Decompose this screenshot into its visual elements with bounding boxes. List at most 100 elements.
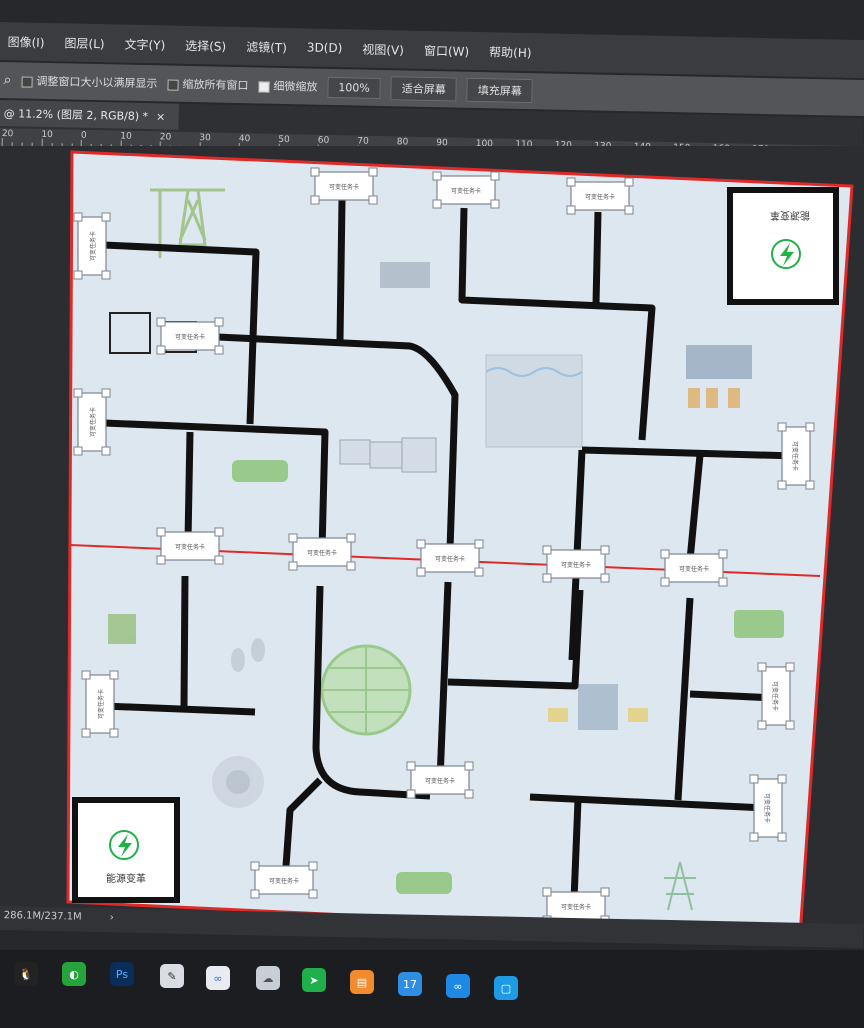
engine-icon bbox=[734, 610, 784, 638]
send-icon[interactable]: ➤ bbox=[302, 968, 326, 992]
task-card-corner bbox=[474, 567, 484, 577]
task-card-corner bbox=[749, 832, 759, 842]
task-card-corner bbox=[777, 422, 787, 432]
task-card-corner bbox=[156, 345, 166, 355]
task-card-label: 可变任务卡 bbox=[771, 681, 779, 711]
qq-icon[interactable]: 🐧 bbox=[14, 962, 38, 986]
task-card-corner bbox=[660, 549, 670, 559]
task-card-corner bbox=[600, 887, 610, 897]
task-card-corner bbox=[805, 480, 815, 490]
task-card-label: 可变任务卡 bbox=[791, 441, 799, 471]
task-card-corner bbox=[81, 728, 91, 738]
task-card-corner bbox=[542, 545, 552, 555]
task-card-corner bbox=[214, 555, 224, 565]
task-card-label: 可变任务卡 bbox=[451, 187, 481, 195]
task-card-corner bbox=[310, 195, 320, 205]
wechat-icon[interactable]: ◐ bbox=[62, 962, 86, 986]
task-card-corner bbox=[308, 889, 318, 899]
task-card-corner bbox=[777, 832, 787, 842]
task-card-label: 可变任务卡 bbox=[561, 903, 591, 911]
task-card-corner bbox=[406, 761, 416, 771]
artboard[interactable]: 能源变革 能源变革 可变任务卡可变任务卡可变任务卡可变任务卡可变任务卡可变任务卡… bbox=[0, 0, 864, 1028]
notes-icon[interactable]: ✎ bbox=[160, 964, 184, 988]
task-card-corner bbox=[214, 317, 224, 327]
task-card-label: 可变任务卡 bbox=[89, 407, 97, 437]
task-card-corner bbox=[156, 555, 166, 565]
task-card-node[interactable]: 可变任务卡 bbox=[288, 533, 356, 571]
screen: 图像(I) 图层(L) 文字(Y) 选择(S) 滤镜(T) 3D(D) 视图(V… bbox=[0, 0, 864, 1028]
task-card-corner bbox=[310, 167, 320, 177]
task-card-corner bbox=[566, 177, 576, 187]
task-card-corner bbox=[109, 728, 119, 738]
task-card-corner bbox=[368, 167, 378, 177]
task-card-corner bbox=[346, 561, 356, 571]
task-card-label: 可变任务卡 bbox=[307, 549, 337, 557]
store-icon[interactable]: ▢ bbox=[494, 976, 518, 1000]
task-card-corner bbox=[566, 205, 576, 215]
task-card-corner bbox=[214, 527, 224, 537]
end-box-label: 能源变革 bbox=[106, 872, 146, 885]
task-card-corner bbox=[464, 761, 474, 771]
task-card-node[interactable]: 可变任务卡 bbox=[416, 539, 484, 577]
task-card-corner bbox=[73, 212, 83, 222]
taskbar: 🐧 ◐ Ps ✎ ∞ ☁ ➤ ▤ 17 ∞ ▢ bbox=[0, 950, 864, 1028]
task-card-node[interactable]: 可变任务卡 bbox=[757, 662, 795, 730]
task-card-corner bbox=[416, 539, 426, 549]
task-card-corner bbox=[109, 670, 119, 680]
task-card-corner bbox=[73, 446, 83, 456]
eye-scanner-icon bbox=[212, 756, 264, 808]
battery-icon bbox=[108, 614, 136, 644]
task-card-label: 可变任务卡 bbox=[425, 777, 455, 785]
task-card-corner bbox=[101, 270, 111, 280]
task-card-corner bbox=[624, 205, 634, 215]
task-card-corner bbox=[101, 446, 111, 456]
task-card-node[interactable]: 可变任务卡 bbox=[660, 549, 728, 587]
task-card-corner bbox=[308, 861, 318, 871]
task-card-node[interactable]: 可变任务卡 bbox=[156, 317, 224, 355]
cloud-icon[interactable]: ☁ bbox=[256, 966, 280, 990]
task-card-corner bbox=[757, 662, 767, 672]
task-card-corner bbox=[600, 545, 610, 555]
task-card-node[interactable]: 可变任务卡 bbox=[406, 761, 474, 799]
task-card-corner bbox=[749, 774, 759, 784]
task-card-corner bbox=[757, 720, 767, 730]
start-box[interactable]: 能源变革 bbox=[727, 187, 839, 305]
task-card-node[interactable]: 可变任务卡 bbox=[250, 861, 318, 899]
task-card-node[interactable]: 可变任务卡 bbox=[432, 171, 500, 209]
task-card-corner bbox=[624, 177, 634, 187]
task-card-corner bbox=[542, 887, 552, 897]
task-card-corner bbox=[101, 388, 111, 398]
tools-icon[interactable]: ▤ bbox=[350, 970, 374, 994]
task-card-label: 可变任务卡 bbox=[435, 555, 465, 563]
task-card-corner bbox=[288, 533, 298, 543]
end-box[interactable]: 能源变革 bbox=[72, 797, 180, 903]
chevron-right-icon[interactable]: › bbox=[110, 912, 114, 923]
task-card-corner bbox=[542, 573, 552, 583]
task-card-node[interactable]: 可变任务卡 bbox=[749, 774, 787, 842]
task-card-corner bbox=[432, 171, 442, 181]
task-card-corner bbox=[718, 549, 728, 559]
task-card-node[interactable]: 可变任务卡 bbox=[566, 177, 634, 215]
browser-icon[interactable]: ∞ bbox=[446, 974, 470, 998]
task-card-corner bbox=[81, 670, 91, 680]
photoshop-icon[interactable]: Ps bbox=[110, 962, 134, 986]
electric-car-icon bbox=[232, 460, 288, 482]
task-card-node[interactable]: 可变任务卡 bbox=[777, 422, 815, 490]
link-icon[interactable]: ∞ bbox=[206, 966, 230, 990]
task-card-label: 可变任务卡 bbox=[269, 877, 299, 885]
task-card-corner bbox=[73, 388, 83, 398]
task-card-corner bbox=[101, 212, 111, 222]
task-card-corner bbox=[464, 789, 474, 799]
app17-icon[interactable]: 17 bbox=[398, 972, 422, 996]
task-card-corner bbox=[250, 889, 260, 899]
task-card-node[interactable]: 可变任务卡 bbox=[310, 167, 378, 205]
task-card-corner bbox=[432, 199, 442, 209]
task-card-corner bbox=[406, 789, 416, 799]
task-card-node[interactable]: 可变任务卡 bbox=[73, 212, 111, 280]
task-card-node[interactable]: 可变任务卡 bbox=[542, 545, 610, 583]
task-card-node[interactable]: 可变任务卡 bbox=[73, 388, 111, 456]
task-card-corner bbox=[777, 480, 787, 490]
task-card-node[interactable]: 可变任务卡 bbox=[81, 670, 119, 738]
task-card-node[interactable]: 可变任务卡 bbox=[156, 527, 224, 565]
start-box-label: 能源变革 bbox=[770, 209, 810, 222]
